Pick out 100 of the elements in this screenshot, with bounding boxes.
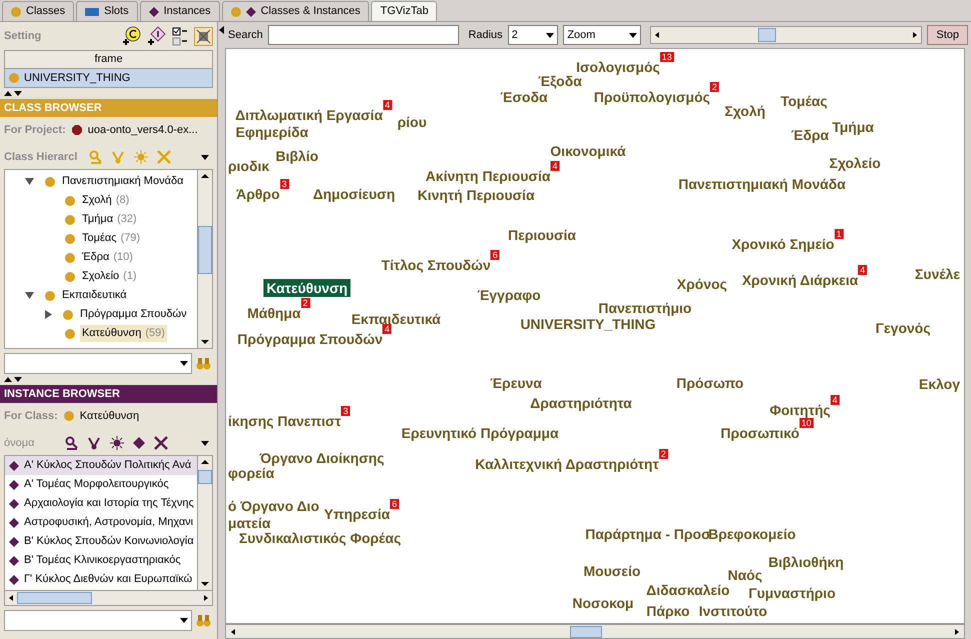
graph-node[interactable]: Τμήμα [832, 119, 874, 135]
graph-node[interactable]: Ινστιτούτο [698, 603, 768, 619]
tree-item[interactable]: Σχολείο (1) [80, 268, 139, 285]
graph-node[interactable]: Πανεπιστήμιο [598, 300, 692, 316]
binoculars-icon[interactable] [196, 356, 211, 370]
graph-node[interactable]: Πανεπιστημιακή Μονάδα [678, 176, 846, 192]
dropdown-caret-icon[interactable] [180, 618, 188, 622]
split-arrows-icon[interactable] [4, 91, 22, 96]
graph-node[interactable]: Βρεφοκομείο [708, 526, 796, 542]
tree-item[interactable]: Τομέας (79) [80, 230, 142, 247]
graph-node[interactable]: Οικονομικά [550, 143, 626, 159]
graph-node[interactable]: Προϋπολογισμός [594, 89, 710, 105]
graph-node[interactable]: Όργανο Διοίκησης [260, 450, 384, 466]
frame-row[interactable]: UNIVERSITY_THING [5, 69, 212, 87]
tree-item[interactable]: Εκπαιδευτικά [60, 287, 129, 304]
instance-item[interactable]: Αστροφυσική, Αστρονομία, Μηχανι [5, 513, 197, 532]
instance-item[interactable]: Β' Κύκλος Σπουδών Κοινωνιολογία [5, 532, 197, 551]
create-class-icon[interactable] [122, 26, 141, 46]
graph-node[interactable]: Χρονικό Σημείο [732, 236, 834, 252]
graph-node[interactable]: Υπηρεσία [324, 506, 390, 522]
tree-item[interactable]: Πρόγραμμα Σπουδών [78, 306, 189, 323]
instance-item[interactable]: Α' Τομέας Μορφολειτουργικός [5, 475, 197, 494]
expanded-arrow-icon[interactable] [25, 292, 34, 299]
graph-node[interactable]: Καλλιτεχνική Δραστηριότητ [475, 456, 659, 472]
graph-node[interactable]: Βιβλίο [276, 148, 318, 164]
graph-node[interactable]: UNIVERSITY_THING [520, 316, 656, 332]
graph-node[interactable]: Μάθημα [247, 305, 301, 321]
horizontal-scrollbar[interactable] [225, 624, 965, 639]
graph-node[interactable]: Συνδικαλιστικός Φορέας [238, 530, 402, 546]
tree-item[interactable]: Σχολή (8) [80, 192, 132, 209]
graph-node[interactable]: Χρονική Διάρκεια [742, 272, 858, 288]
graph-node[interactable]: Χρόνος [676, 276, 728, 292]
search-field[interactable] [268, 25, 460, 45]
graph-node[interactable]: ριοδικ [228, 158, 270, 174]
graph-node[interactable]: Διπλωματική Εργασία [235, 107, 383, 123]
graph-node[interactable]: Έγγραφο [477, 287, 541, 303]
binoculars-icon[interactable] [196, 614, 211, 626]
search-field[interactable] [4, 610, 192, 630]
checkbox-icon[interactable] [172, 26, 188, 46]
create-instance-icon[interactable] [147, 26, 166, 46]
graph-node[interactable]: Έξοδα [538, 73, 582, 89]
tab[interactable]: Classes & Instances [222, 1, 370, 21]
burst-icon[interactable] [110, 436, 124, 450]
graph-node[interactable]: Δημοσίευση [312, 186, 396, 202]
graph-node[interactable]: Γεγονός [876, 320, 930, 336]
graph-node[interactable]: Έδρα [791, 127, 829, 143]
tab[interactable]: Instances [140, 1, 220, 21]
graph-node[interactable]: Παράρτημα - Προσ [585, 526, 711, 542]
expand-view-icon[interactable] [194, 26, 213, 46]
instance-item[interactable]: Γ' Κύκλος Διεθνών και Ευρωπαϊκώ [5, 570, 197, 589]
dropdown-caret-icon[interactable] [180, 360, 188, 366]
graph-node[interactable]: Συνέλε [914, 266, 960, 282]
dropdown[interactable]: Zoom [563, 25, 642, 45]
graph-node[interactable]: φορεία [228, 465, 274, 481]
graph-node[interactable]: Φοιτητής [770, 402, 830, 418]
vertical-scrollbar[interactable] [197, 170, 212, 348]
dropdown-caret-icon[interactable] [201, 440, 209, 446]
graph-node[interactable]: Ακίνητη Περιουσία [426, 168, 550, 184]
graph-node[interactable]: Πρόσωπο [676, 375, 744, 391]
instance-icon[interactable] [133, 437, 145, 449]
scroll-thumb[interactable] [198, 470, 212, 484]
instance-item[interactable]: Αρχαιολογία και Ιστορία της Τέχνης [5, 494, 197, 513]
graph-node[interactable]: Νοσοκομ [572, 595, 634, 611]
delete-icon[interactable] [154, 436, 168, 450]
graph-node[interactable]: ματεία [228, 515, 271, 531]
vertical-scrollbar[interactable] [197, 456, 212, 590]
tree-item[interactable]: Πανεπιστημιακή Μονάδα [60, 173, 186, 190]
tree-item[interactable]: Τμήμα (32) [80, 211, 139, 228]
slider-thumb[interactable] [758, 28, 776, 42]
graph-node[interactable]: ρίου [397, 114, 427, 130]
instance-item[interactable]: Β' Τομέας Κλινικοεργαστηριακός [5, 551, 197, 570]
graph-node[interactable]: Σχολείο [829, 155, 881, 171]
tree-item[interactable]: Κατεύθυνση (59) [80, 325, 167, 342]
graph-node[interactable]: ίκησης Πανεπιστ [228, 413, 342, 429]
expanded-arrow-icon[interactable] [25, 178, 34, 185]
tab[interactable]: TGVizTab [371, 1, 438, 21]
graph-node[interactable]: Περιουσία [508, 227, 576, 243]
graph-node[interactable]: Εκπαιδευτικά [351, 311, 441, 327]
graph-node[interactable]: Εκλογ [918, 376, 960, 392]
horizontal-scrollbar[interactable] [5, 590, 212, 605]
graph-node[interactable]: Διδασκαλείο [646, 582, 730, 598]
graph-node[interactable]: Προσωπικό [720, 425, 800, 441]
graph-node[interactable]: Βιβλιοθήκη [768, 554, 844, 570]
tab[interactable]: Slots [76, 1, 138, 21]
tab[interactable]: Classes [2, 1, 74, 21]
fork-icon[interactable] [87, 436, 101, 450]
instance-item[interactable]: Α' Κύκλος Σπουδών Πολιτικής Ανά [5, 456, 197, 475]
graph-node[interactable]: Ερευνητικό Πρόγραμμα [401, 425, 559, 441]
graph-node[interactable]: Γυμναστήριο [748, 585, 836, 601]
scroll-thumb[interactable] [570, 626, 602, 638]
dropdown[interactable]: 2 [508, 25, 558, 45]
graph-node[interactable]: Ναός [728, 567, 762, 583]
graph-node[interactable]: Τομέας [780, 93, 828, 109]
graph-node[interactable]: ό Όργανο Διο [228, 498, 320, 514]
graph-node[interactable]: Ισολογισμός [576, 59, 660, 75]
graph-node[interactable]: Τίτλος Σπουδών [381, 257, 491, 273]
graph-node[interactable]: Κινητή Περιουσία [417, 187, 535, 203]
search-icon[interactable] [65, 436, 78, 450]
graph-node[interactable]: Σχολή [724, 103, 766, 119]
scroll-thumb[interactable] [17, 592, 92, 604]
